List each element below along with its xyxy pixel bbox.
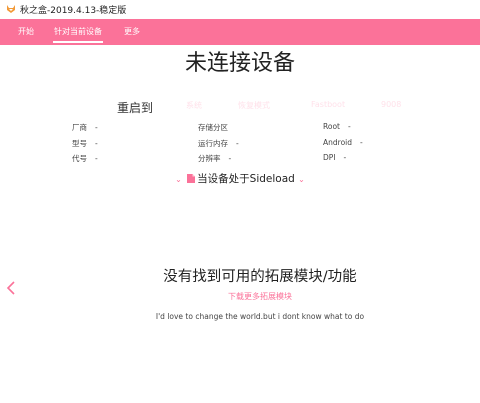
info-root: Root - bbox=[323, 122, 351, 131]
info-value: - bbox=[343, 153, 347, 162]
info-label: 存储分区 bbox=[198, 123, 228, 132]
info-label: 厂商 bbox=[72, 123, 87, 132]
file-icon bbox=[187, 174, 196, 183]
window-title: 秋之盒-2019.4.13-稳定版 bbox=[20, 6, 127, 16]
chevron-down-icon[interactable]: ⌄ bbox=[175, 175, 182, 184]
info-ram: 运行内存 - bbox=[198, 138, 239, 149]
fox-logo-icon bbox=[7, 5, 15, 13]
info-manufacturer: 厂商 - bbox=[72, 122, 98, 133]
info-storage: 存储分区 bbox=[198, 122, 236, 133]
info-value: - bbox=[95, 154, 98, 163]
sideload-selector[interactable]: ⌄ 当设备处于Sideload ⌄ bbox=[0, 171, 480, 186]
info-label: 分辨率 bbox=[198, 154, 221, 163]
tab-start[interactable]: 开始 bbox=[17, 19, 35, 45]
info-label: DPI bbox=[323, 153, 336, 162]
chevron-down-icon[interactable]: ⌄ bbox=[298, 175, 305, 184]
tab-more[interactable]: 更多 bbox=[123, 19, 141, 45]
reboot-fastboot-button[interactable]: Fastboot bbox=[311, 100, 345, 109]
info-value: - bbox=[228, 154, 232, 163]
info-model: 型号 - bbox=[72, 138, 98, 149]
sideload-label: 当设备处于Sideload bbox=[197, 173, 295, 185]
nav-bar: 开始 针对当前设备 更多 bbox=[0, 19, 480, 45]
extensions-empty-title: 没有找到可用的拓展模块/功能 bbox=[163, 269, 357, 285]
info-dpi: DPI - bbox=[323, 153, 346, 162]
info-label: 运行内存 bbox=[198, 139, 228, 148]
info-codename: 代号 - bbox=[72, 153, 98, 164]
info-value: - bbox=[348, 122, 351, 131]
info-label: Root bbox=[323, 122, 340, 131]
reboot-system-button[interactable]: 系统 bbox=[186, 100, 202, 111]
info-value: - bbox=[360, 138, 363, 147]
info-android: Android - bbox=[323, 138, 363, 147]
info-value: - bbox=[95, 123, 98, 132]
reboot-recovery-button[interactable]: 恢复模式 bbox=[238, 100, 270, 111]
title-bar: 秋之盒-2019.4.13-稳定版 bbox=[0, 0, 480, 20]
info-value: - bbox=[95, 139, 98, 148]
reboot-label: 重启到 bbox=[117, 101, 154, 115]
tab-current-device[interactable]: 针对当前设备 bbox=[53, 19, 103, 45]
device-status-heading: 未连接设备 bbox=[184, 51, 295, 76]
info-resolution: 分辨率 - bbox=[198, 153, 231, 164]
download-extensions-link[interactable]: 下载更多拓展模块 bbox=[0, 291, 480, 302]
info-value: - bbox=[236, 139, 239, 148]
reboot-9008-button[interactable]: 9008 bbox=[381, 100, 401, 109]
info-label: Android bbox=[323, 138, 352, 147]
info-label: 代号 bbox=[72, 154, 87, 163]
info-label: 型号 bbox=[72, 139, 87, 148]
tagline: I'd love to change the world.but i dont … bbox=[155, 312, 365, 321]
